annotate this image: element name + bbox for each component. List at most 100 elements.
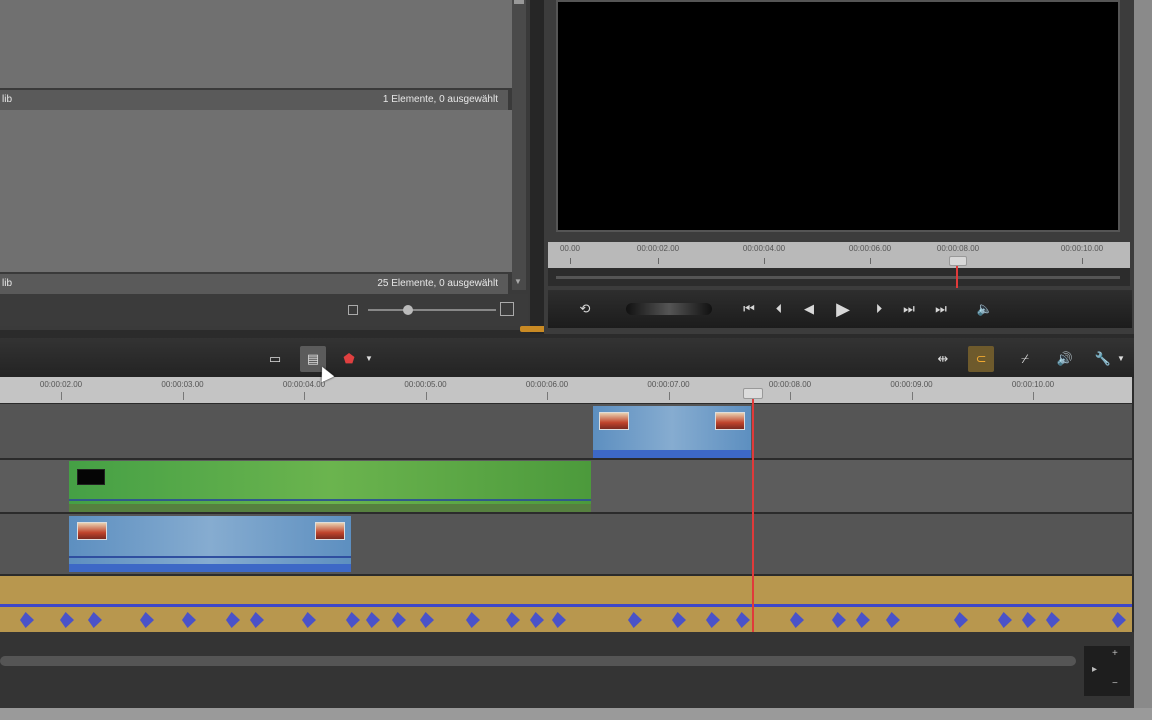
step-forward-icon[interactable]: ⏭ bbox=[898, 298, 920, 320]
player-ruler-tick-label: 00:00:10.00 bbox=[1060, 244, 1104, 253]
audio-waveform-peak bbox=[20, 612, 34, 628]
player-playhead-handle[interactable] bbox=[949, 256, 967, 266]
scroll-right-arrow-icon[interactable]: ▸ bbox=[1092, 664, 1097, 675]
player-scrub-track[interactable] bbox=[556, 276, 1120, 279]
volume-icon[interactable]: 🔈 bbox=[974, 298, 996, 320]
timeline-ruler-tick-label: 00:00:06.00 bbox=[525, 380, 569, 389]
magnet-icon[interactable]: ⊂ bbox=[968, 346, 994, 372]
library-vertical-scrollbar[interactable] bbox=[512, 0, 526, 290]
library-status-label-bottom: lib bbox=[2, 278, 13, 289]
player-ruler-tick-mark bbox=[1082, 258, 1083, 264]
clip-audio-line bbox=[69, 556, 351, 558]
timeline-ruler-tick-mark bbox=[304, 392, 305, 400]
thumbnail-size-slider[interactable] bbox=[368, 309, 496, 311]
timeline-ruler-tick-mark bbox=[1033, 392, 1034, 400]
timeline-ruler-tick-label: 00:00:09.00 bbox=[890, 380, 933, 389]
audio-waveform-peak bbox=[1112, 612, 1126, 628]
loop-icon[interactable]: ⟲ bbox=[574, 298, 596, 320]
play-icon[interactable]: ▶ bbox=[832, 298, 854, 320]
audio-waveform-baseline bbox=[0, 604, 1132, 607]
timeline-ruler-tick-mark bbox=[425, 392, 427, 400]
library-status-label: lib bbox=[2, 94, 13, 105]
rewind-icon[interactable]: ◀ bbox=[798, 298, 820, 320]
timeline-playhead-line[interactable] bbox=[752, 392, 754, 632]
library-content-area[interactable] bbox=[0, 0, 512, 88]
audio-icon[interactable]: 🔊 bbox=[1052, 346, 1078, 372]
audio-waveform-peak bbox=[140, 612, 154, 628]
audio-clip[interactable] bbox=[0, 576, 1132, 632]
zoom-out-icon[interactable]: − bbox=[1112, 678, 1118, 689]
timeline-footer bbox=[0, 632, 1134, 708]
library-browser-area[interactable] bbox=[0, 110, 512, 272]
audio-waveform-peak bbox=[302, 612, 316, 628]
audio-waveform-peak bbox=[466, 612, 480, 628]
player-ruler-tick-mark bbox=[870, 258, 871, 264]
marker-dropdown-chevron-down-icon[interactable]: ▼ bbox=[356, 346, 382, 372]
scroll-up-arrow-icon[interactable] bbox=[514, 0, 524, 4]
clip-thumbnail bbox=[77, 522, 107, 540]
audio-waveform-peak bbox=[954, 612, 968, 628]
timeline-ruler-tick-label: 00:00:10.00 bbox=[1011, 380, 1055, 389]
skip-to-start-icon[interactable]: ⏮ bbox=[738, 298, 760, 320]
audio-waveform-peak bbox=[672, 612, 686, 628]
panel-divider[interactable] bbox=[530, 0, 544, 334]
player-ruler-tick-label: 00:00:08.00 bbox=[936, 244, 980, 253]
clip-thumbnail bbox=[599, 412, 629, 430]
audio-waveform-peak bbox=[1022, 612, 1036, 628]
timeline-ruler-tick-label: 00:00:08.00 bbox=[768, 380, 812, 389]
library-status-bar: lib 1 Elemente, 0 ausgewählt bbox=[0, 90, 508, 110]
player-time-ruler[interactable]: 00.00 00:00:02.00 00:00:04.00 00:00:06.00 00… bbox=[548, 242, 1130, 268]
audio-waveform-peak bbox=[1046, 612, 1060, 628]
timeline-horizontal-scrollbar[interactable] bbox=[0, 656, 1076, 666]
timeline-ruler-tick-mark bbox=[61, 392, 62, 400]
zoom-in-icon[interactable]: + bbox=[1112, 648, 1118, 659]
audio-waveform-peak bbox=[506, 612, 520, 628]
thumbnail-small-icon[interactable] bbox=[348, 305, 358, 315]
video-clip[interactable] bbox=[593, 406, 751, 458]
timeline-ruler-tick-mark bbox=[911, 392, 913, 400]
player-ruler-tick-mark bbox=[658, 258, 659, 264]
timeline-track-1[interactable] bbox=[0, 404, 1132, 458]
window-bottom-edge bbox=[0, 708, 1152, 720]
audio-waveform-peak bbox=[346, 612, 360, 628]
timeline-ruler-tick-label: 00:00:07.00 bbox=[647, 380, 690, 389]
video-clip-2[interactable] bbox=[69, 516, 351, 572]
audio-waveform-peak bbox=[856, 612, 870, 628]
clip-thumbnail-end bbox=[715, 412, 745, 430]
audio-waveform-peak bbox=[790, 612, 804, 628]
audio-waveform-peak bbox=[886, 612, 900, 628]
audio-waveform-peak bbox=[392, 612, 406, 628]
timeline-ruler-tick-mark bbox=[182, 392, 184, 400]
audio-waveform-peak bbox=[366, 612, 380, 628]
audio-waveform-peak bbox=[832, 612, 846, 628]
video-preview bbox=[556, 0, 1120, 232]
fast-forward-icon[interactable]: ⏵ bbox=[868, 298, 890, 320]
title-thumbnail bbox=[77, 469, 105, 485]
audio-waveform-peak bbox=[706, 612, 720, 628]
tools-dropdown-chevron-down-icon[interactable]: ▼ bbox=[1108, 346, 1134, 372]
step-back-icon[interactable]: ⏴ bbox=[768, 298, 790, 320]
audio-waveform-peak bbox=[88, 612, 102, 628]
thumbnail-large-icon[interactable] bbox=[500, 302, 514, 316]
player-ruler-tick-mark bbox=[764, 258, 765, 264]
jog-shuttle-control[interactable] bbox=[626, 303, 712, 315]
timeline-ruler-tick-mark bbox=[547, 392, 548, 400]
scroll-down-arrow-icon[interactable]: ▼ bbox=[514, 278, 524, 286]
window-right-edge bbox=[1134, 0, 1152, 720]
timeline-ruler[interactable]: 00:00:02.00 00:00:03.00 00:00:04.00 00:00:0… bbox=[0, 377, 1132, 403]
storyboard-icon[interactable]: ▭ bbox=[262, 346, 288, 372]
audio-waveform-peak bbox=[530, 612, 544, 628]
trim-icon[interactable]: ⇹ bbox=[930, 346, 956, 372]
keyframe-icon[interactable]: ⌿ bbox=[1012, 346, 1038, 372]
timeline-playhead-handle[interactable] bbox=[743, 388, 763, 399]
thumbnail-size-slider-knob[interactable] bbox=[403, 305, 413, 315]
timeline-zoom-controls: + ▸ − bbox=[1084, 646, 1130, 696]
audio-waveform-peak bbox=[226, 612, 240, 628]
clip-volume-line bbox=[69, 499, 591, 501]
timeline-ruler-tick-label: 00:00:04.00 bbox=[282, 380, 326, 389]
audio-waveform-peak bbox=[182, 612, 196, 628]
title-clip[interactable] bbox=[69, 461, 591, 512]
skip-to-end-icon[interactable]: ⏭ bbox=[930, 298, 952, 320]
library-item-count: 1 Elemente, 0 ausgewählt bbox=[382, 94, 498, 105]
audio-waveform-peak bbox=[420, 612, 434, 628]
